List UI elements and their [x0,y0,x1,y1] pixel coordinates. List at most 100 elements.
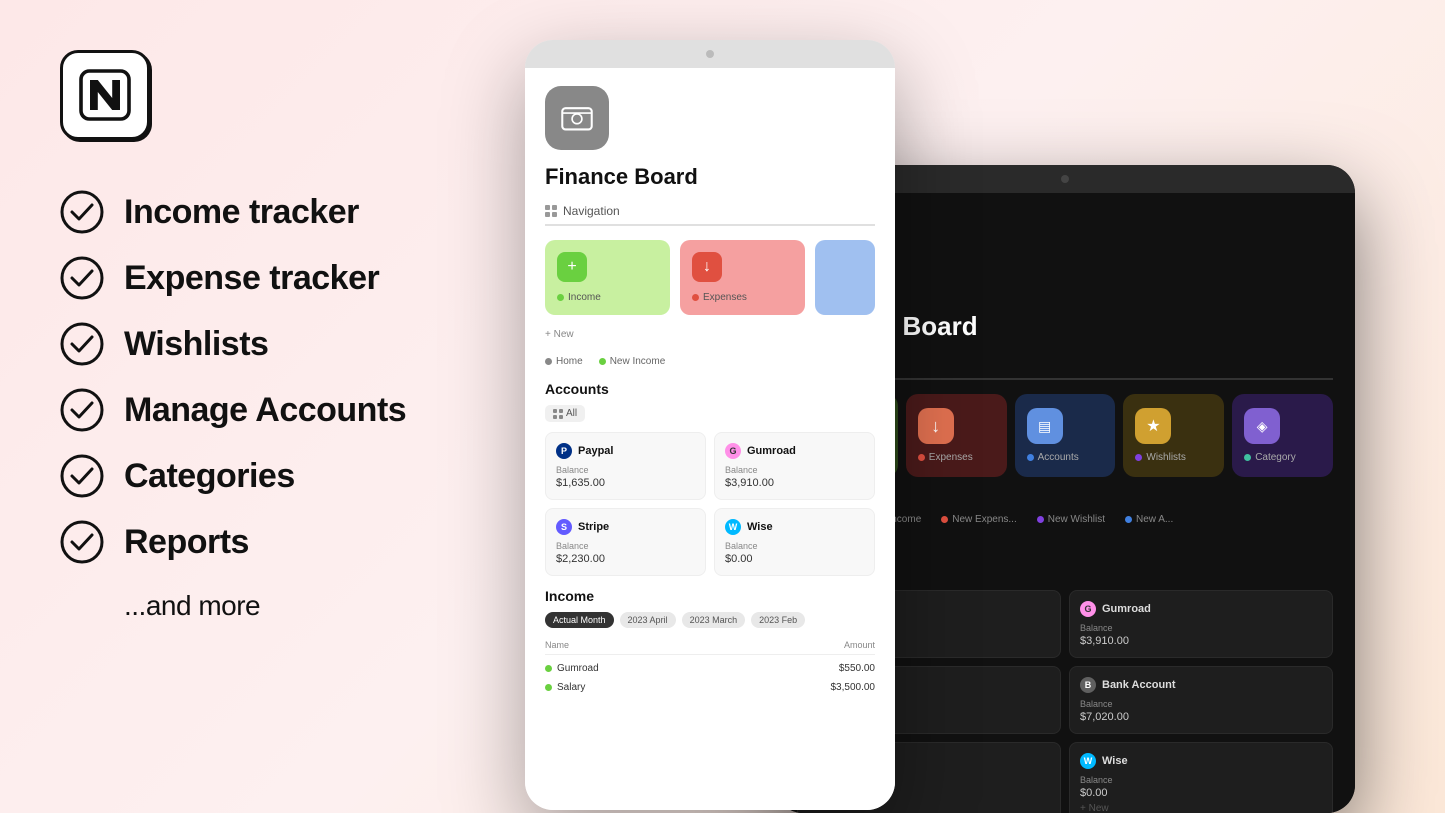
light-paypal-name: Paypal [578,445,613,457]
dark-account-bank-header: B Bank Account [1080,677,1322,693]
feature-list: Income tracker Expense tracker Wishlists… [60,190,410,622]
light-income-salary-amount: $3,500.00 [831,682,876,693]
light-cards-row: + Income ↓ Expenses [545,240,875,315]
light-paypal-icon: P [556,443,572,459]
check-icon-expense [60,256,104,300]
dark-card-expenses: ↓ Expenses [906,394,1007,477]
light-stripe-bal: $2,230.00 [556,553,695,565]
light-income-card: + Income [545,240,670,315]
dark-card-category: ◈ Category [1232,394,1333,477]
light-dot-new-income [599,358,606,365]
and-more-label: ...and more [124,590,260,622]
dark-expenses-icon: ↓ [918,408,954,444]
feature-income-tracker: Income tracker [60,190,410,234]
dark-wise-name: Wise [1102,755,1128,767]
light-tablet: Finance Board Navigation + Income [525,40,895,810]
light-wise-bal-label: Balance [725,541,864,551]
light-new-btn[interactable]: + New [545,325,875,344]
wishlists-label: Wishlists [124,325,268,364]
light-gumroad-name: Gumroad [747,445,796,457]
light-col-name: Name [545,640,569,650]
light-tab-actual[interactable]: Actual Month [545,612,614,628]
dark-wise-bal: $0.00 [1080,787,1322,799]
light-wise-name: Wise [747,521,773,533]
dark-wise-icon: W [1080,753,1096,769]
dark-nav-new-wishlist: New Wishlist [1037,514,1105,525]
dark-camera-dot [1061,175,1069,183]
light-filter-grid-icon [553,409,563,419]
light-dot-income [557,294,564,301]
light-gumroad-bal-label: Balance [725,465,864,475]
dark-wishlists-label: Wishlists [1135,452,1212,463]
dark-gumroad-bal: $3,910.00 [1080,635,1322,647]
dark-category-icon: ◈ [1244,408,1280,444]
light-account-wise: W Wise Balance $0.00 [714,508,875,576]
light-gumroad-header: G Gumroad [725,443,864,459]
tablets-area: Finance Board Navigation + Income ↓ [465,0,1445,813]
light-income-card-icon: + [557,252,587,282]
dot-accounts [1027,454,1034,461]
dot-salary [545,684,552,691]
light-third-card [815,240,875,315]
light-dot-expense [692,294,699,301]
light-board-title: Finance Board [545,164,875,190]
light-tab-march[interactable]: 2023 March [682,612,746,628]
check-icon-income [60,190,104,234]
light-expense-card-label: Expenses [692,292,793,303]
light-wise-bal: $0.00 [725,553,864,565]
feature-manage-accounts: Manage Accounts [60,388,410,432]
dark-gumroad-name: Gumroad [1102,603,1151,615]
dot-new-a [1125,516,1132,523]
feature-wishlists: Wishlists [60,322,410,366]
light-gumroad-icon: G [725,443,741,459]
light-income-title: Income [545,588,875,604]
feature-and-more: ...and more [60,590,410,622]
light-tabs-row: Actual Month 2023 April 2023 March 2023 … [545,612,875,628]
manage-accounts-label: Manage Accounts [124,391,406,430]
dot-category [1244,454,1251,461]
dot-wishlists [1135,454,1142,461]
light-income-table-header: Name Amount [545,636,875,655]
light-camera-dot [706,50,714,58]
light-dot-home [545,358,552,365]
feature-categories: Categories [60,454,410,498]
dark-bank-bal: $7,020.00 [1080,711,1322,723]
light-tab-april[interactable]: 2023 April [620,612,676,628]
light-stripe-header: S Stripe [556,519,695,535]
light-stripe-bal-label: Balance [556,541,695,551]
feature-reports: Reports [60,520,410,564]
notion-logo [60,50,150,140]
dark-account-gumroad: G Gumroad Balance $3,910.00 [1069,590,1333,658]
light-grid-icon [545,205,557,217]
light-expense-card-icon: ↓ [692,252,722,282]
light-account-gumroad: G Gumroad Balance $3,910.00 [714,432,875,500]
dark-add-account[interactable]: + New [1080,803,1322,813]
light-wise-header: W Wise [725,519,864,535]
check-icon-reports [60,520,104,564]
check-icon-accounts [60,388,104,432]
light-account-stripe: S Stripe Balance $2,230.00 [545,508,706,576]
light-tablet-content: Finance Board Navigation + Income [525,68,895,810]
dark-card-accounts: ▤ Accounts [1015,394,1116,477]
dark-wise-bal-label: Balance [1080,775,1322,785]
dot-gumroad [545,665,552,672]
light-income-row-gumroad: Gumroad $550.00 [545,659,875,678]
dark-nav-new-a: New A... [1125,514,1173,525]
light-stripe-name: Stripe [578,521,609,533]
light-income-gumroad-amount: $550.00 [839,663,875,674]
light-filter-all[interactable]: All [545,405,585,422]
light-col-amount: Amount [844,640,875,650]
dark-account-wise-header: W Wise [1080,753,1322,769]
light-income-section: Income Actual Month 2023 April 2023 Marc… [545,588,875,697]
dark-wishlists-icon: ★ [1135,408,1171,444]
dark-bank-icon: B [1080,677,1096,693]
light-accounts-grid: P Paypal Balance $1,635.00 G Gumroad Bal… [545,432,875,576]
dark-nav-new-expense: New Expens... [941,514,1016,525]
light-tab-feb[interactable]: 2023 Feb [751,612,805,628]
dark-bank-name: Bank Account [1102,679,1176,691]
light-income-gumroad-name: Gumroad [545,663,599,674]
dark-gumroad-icon: G [1080,601,1096,617]
dark-account-bank: B Bank Account Balance $7,020.00 [1069,666,1333,734]
light-breadcrumb-new-income: New Income [599,356,666,367]
light-income-row-salary: Salary $3,500.00 [545,678,875,697]
